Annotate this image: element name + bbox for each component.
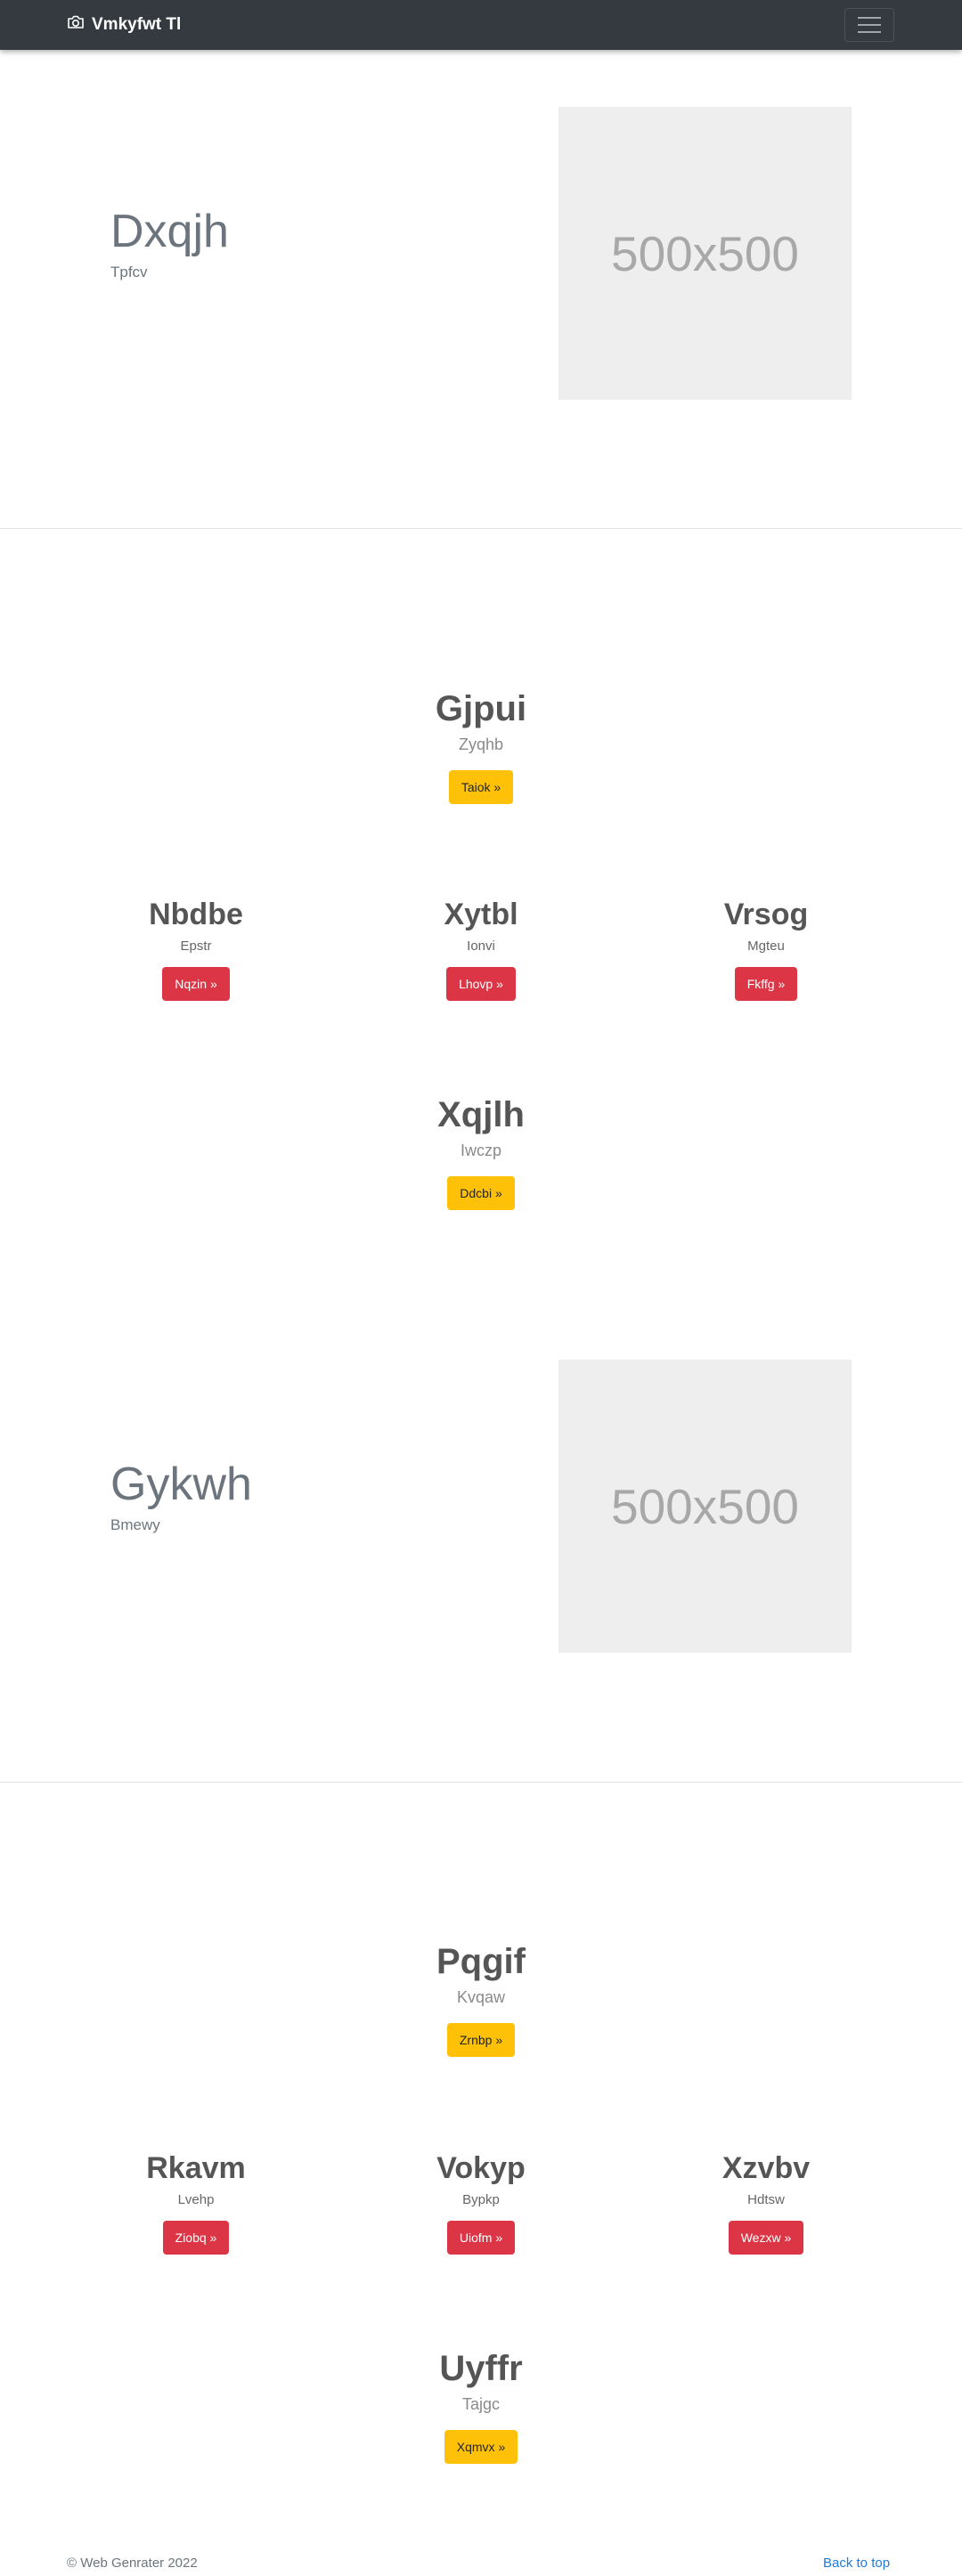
hero-title: Dxqjh bbox=[110, 206, 229, 257]
feature-button[interactable]: Taiok » bbox=[448, 770, 514, 804]
column-subtitle: Bypkp bbox=[462, 2192, 500, 2207]
camera-icon bbox=[67, 14, 92, 36]
feature-button[interactable]: Ddcbi » bbox=[447, 1176, 515, 1210]
feature-subtitle: Tajgc bbox=[461, 2395, 501, 2413]
navbar-brand[interactable]: Vmkyfwt Tl bbox=[67, 14, 181, 36]
hero-title: Gykwh bbox=[110, 1459, 252, 1510]
navbar-toggler-button[interactable] bbox=[844, 8, 894, 42]
feature-subtitle: Zyqhb bbox=[458, 735, 504, 753]
column-button[interactable]: Ziobq » bbox=[162, 2221, 230, 2255]
column-card: Vrsog Mgteu Fkffg » bbox=[632, 896, 900, 1001]
column-subtitle: Epstr bbox=[180, 939, 212, 954]
hero-subtitle: Tpfcv bbox=[110, 264, 148, 280]
feature-title: Xqjlh bbox=[437, 1095, 525, 1134]
navbar: Vmkyfwt Tl bbox=[0, 0, 962, 50]
feature-block: Pqgif Kvqaw Zrnbp » bbox=[0, 1940, 962, 2057]
column-subtitle: Ionvi bbox=[467, 939, 495, 954]
image-label: 500x500 bbox=[610, 225, 800, 281]
column-subtitle: Mgteu bbox=[747, 939, 785, 954]
hero-image-placeholder: 500x500 bbox=[558, 1360, 852, 1653]
column-title: Xytbl bbox=[444, 898, 518, 931]
back-to-top-link[interactable]: Back to top bbox=[823, 2556, 890, 2571]
column-button[interactable]: Fkffg » bbox=[734, 967, 798, 1001]
hero-image-placeholder: 500x500 bbox=[558, 107, 852, 400]
column-card: Rkavm Lvehp Ziobq » bbox=[62, 2149, 330, 2255]
feature-title: Uyffr bbox=[439, 2349, 523, 2388]
image-label: 500x500 bbox=[610, 1478, 800, 1534]
feature-subtitle: Iwczp bbox=[460, 1142, 501, 1159]
feature-button[interactable]: Zrnbp » bbox=[446, 2023, 516, 2057]
hero-section: Dxqjh Tpfcv 500x500 bbox=[0, 50, 962, 529]
column-button[interactable]: Uiofm » bbox=[446, 2221, 516, 2255]
feature-title: Gjpui bbox=[435, 689, 527, 728]
feature-block: Gjpui Zyqhb Taiok » bbox=[0, 687, 962, 804]
column-button[interactable]: Nqzin » bbox=[162, 967, 230, 1001]
hamburger-icon bbox=[858, 17, 881, 19]
column-card: Vokyp Bypkp Uiofm » bbox=[347, 2149, 615, 2255]
column-card: Xytbl Ionvi Lhovp » bbox=[347, 896, 615, 1001]
column-card: Xzvbv Hdtsw Wezxw » bbox=[632, 2149, 900, 2255]
column-title: Nbdbe bbox=[149, 898, 243, 931]
feature-subtitle: Kvqaw bbox=[456, 1988, 506, 2006]
column-title: Vokyp bbox=[436, 2151, 526, 2185]
column-subtitle: Lvehp bbox=[177, 2192, 215, 2207]
hero-section: Gykwh Bmewy 500x500 bbox=[0, 1304, 962, 1783]
column-card: Nbdbe Epstr Nqzin » bbox=[62, 896, 330, 1001]
column-title: Xzvbv bbox=[722, 2151, 811, 2185]
column-title: Rkavm bbox=[146, 2151, 246, 2185]
brand-label: Vmkyfwt Tl bbox=[92, 15, 182, 34]
feature-title: Pqgif bbox=[436, 1942, 526, 1981]
column-subtitle: Hdtsw bbox=[747, 2192, 785, 2207]
feature-block: Xqjlh Iwczp Ddcbi » bbox=[0, 1093, 962, 1210]
column-button[interactable]: Wezxw » bbox=[728, 2221, 804, 2255]
column-button[interactable]: Lhovp » bbox=[446, 967, 516, 1001]
feature-button[interactable]: Xqmvx » bbox=[444, 2430, 518, 2464]
column-title: Vrsog bbox=[723, 898, 809, 931]
footer-copyright: © Web Genrater 2022 bbox=[67, 2556, 198, 2571]
feature-block: Uyffr Tajgc Xqmvx » bbox=[0, 2347, 962, 2464]
hero-subtitle: Bmewy bbox=[110, 1516, 160, 1533]
